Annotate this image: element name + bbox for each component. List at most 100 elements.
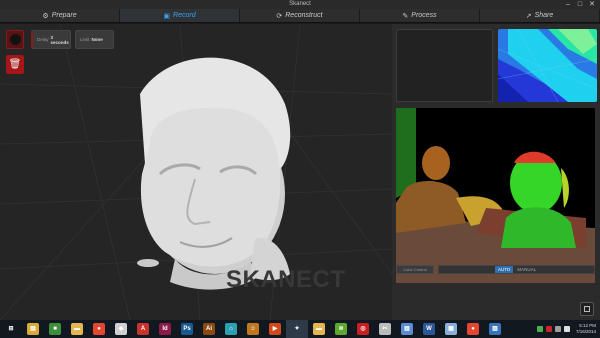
maximize-button[interactable]: □	[574, 0, 586, 9]
delete-button[interactable]: 🗑	[6, 55, 24, 74]
taskbar-button[interactable]: ▶	[264, 320, 286, 338]
volume-icon[interactable]	[563, 326, 570, 332]
taskbar-button[interactable]: Ai	[198, 320, 220, 338]
word-icon: W	[423, 323, 435, 335]
manual-option[interactable]: MANUAL	[517, 267, 536, 272]
record-button[interactable]	[6, 30, 24, 49]
taskbar-button[interactable]: ▨	[484, 320, 506, 338]
skanect-watermark-logo: SKANECT	[226, 266, 346, 293]
taskbar-button[interactable]: ●	[88, 320, 110, 338]
windows-taskbar: ⊞ ▤ ■ ▬ ● ◆ A Id Ps Ai ⌂ ☺ ▶ ✦ ▬ ≋ ◎ ✂ ▤ W ▦ ● ▨ 5:12 PM 7/16/…	[0, 320, 600, 338]
taskbar-apps: ⊞ ▤ ■ ▬ ● ◆ A Id Ps Ai ⌂ ☺ ▶ ✦ ▬ ≋ ◎ ✂ ▤ W ▦ ● ▨	[0, 320, 506, 338]
auto-option[interactable]: AUTO	[495, 265, 514, 273]
tab-label: Prepare	[51, 12, 77, 19]
chrome2-icon: ●	[467, 323, 479, 335]
taskbar-button[interactable]: ◆	[110, 320, 132, 338]
flag-icon[interactable]	[554, 326, 561, 332]
taskbar-button[interactable]: W	[418, 320, 440, 338]
minimize-button[interactable]: –	[562, 0, 574, 9]
close-button[interactable]: ✕	[586, 0, 598, 9]
app-icon: ◆	[115, 323, 127, 335]
taskbar-button[interactable]: ☺	[242, 320, 264, 338]
scanned-head-model	[137, 57, 291, 290]
system-tray: 5:12 PM 7/16/2014	[536, 320, 596, 338]
gear-icon: ⚙	[42, 12, 49, 20]
title-bar: Skanect – □ ✕	[0, 0, 600, 9]
network-icon[interactable]	[536, 326, 543, 332]
picture-icon: ▦	[445, 323, 457, 335]
limit-label: Limit	[80, 37, 90, 42]
share-icon: ↗	[525, 12, 532, 20]
brush-icon: ✎	[402, 12, 409, 20]
store-icon: ■	[49, 323, 61, 335]
fullscreen-icon	[584, 306, 590, 312]
taskbar-button[interactable]: Ps	[176, 320, 198, 338]
clock[interactable]: 5:12 PM 7/16/2014	[576, 323, 596, 335]
skanect-window: Skanect – □ ✕ ⚙ Prepare ▣ Record ⟳ Recon…	[0, 0, 600, 338]
clock-date: 7/16/2014	[575, 329, 596, 334]
taskbar-button[interactable]: ✦	[286, 320, 308, 338]
people-icon: ☺	[247, 323, 259, 335]
taskbar-button[interactable]: ▬	[308, 320, 330, 338]
start-icon: ⊞	[5, 323, 17, 335]
taskbar-button[interactable]: ●	[462, 320, 484, 338]
folder-icon: ▬	[71, 323, 83, 335]
spotify-icon: ≋	[335, 323, 347, 335]
depth-map-view	[498, 29, 597, 102]
record-icon	[9, 34, 21, 45]
tab-record[interactable]: ▣ Record	[120, 9, 240, 22]
taskbar-button[interactable]: Id	[154, 320, 176, 338]
delay-control[interactable]: Delay 3 seconds	[31, 30, 71, 49]
limit-value: None	[91, 37, 103, 42]
tab-process[interactable]: ✎ Process	[360, 9, 480, 22]
taskbar-button[interactable]: ▤	[22, 320, 44, 338]
folder2-icon: ▬	[313, 323, 325, 335]
illustrator-icon: Ai	[203, 323, 215, 335]
3d-viewport[interactable]: 🗑 Delay 3 seconds Limit None SKANECT	[0, 24, 392, 320]
gallery-icon: ▨	[489, 323, 501, 335]
tab-reconstruct[interactable]: ⟳ Reconstruct	[240, 9, 360, 22]
window-controls: – □ ✕	[562, 0, 598, 9]
taskbar-button[interactable]: ■	[44, 320, 66, 338]
taskbar-button[interactable]: ▬	[66, 320, 88, 338]
chrome-icon: ●	[93, 323, 105, 335]
sensor-panel: Color Control AUTO MANUAL	[392, 24, 600, 320]
color-control-button[interactable]: Color Control	[396, 264, 434, 274]
trash-icon: 🗑	[8, 59, 22, 70]
home-icon: ⌂	[225, 323, 237, 335]
color-options: Color Control AUTO MANUAL	[396, 264, 595, 274]
exposure-toggle: AUTO MANUAL	[438, 264, 595, 274]
security-icon[interactable]	[545, 326, 552, 332]
tab-label: Reconstruct	[285, 12, 323, 19]
main-tabs: ⚙ Prepare ▣ Record ⟳ Reconstruct ✎ Proce…	[0, 9, 600, 23]
tool-icon: ✂	[379, 323, 391, 335]
taskbar-button[interactable]: ⊞	[0, 320, 22, 338]
tab-label: Share	[534, 12, 554, 19]
limit-control[interactable]: Limit None	[75, 30, 114, 49]
window-title: Skanect	[289, 1, 311, 7]
tab-share[interactable]: ↗ Share	[480, 9, 600, 22]
model-preview	[396, 29, 493, 102]
video-icon: ▶	[269, 323, 281, 335]
taskbar-button[interactable]: ▤	[396, 320, 418, 338]
delay-label: Delay	[37, 37, 49, 42]
photoshop-icon: Ps	[181, 323, 193, 335]
fullscreen-button[interactable]	[580, 302, 594, 316]
tab-label: Process	[411, 12, 437, 19]
taskbar-button[interactable]: ≋	[330, 320, 352, 338]
explorer-icon: ▤	[27, 323, 39, 335]
indesign-icon: Id	[159, 323, 171, 335]
taskbar-button[interactable]: ⌂	[220, 320, 242, 338]
skanect-icon: ✦	[291, 323, 303, 335]
cc-icon: ◎	[357, 323, 369, 335]
files-icon: ▤	[401, 323, 413, 335]
taskbar-button[interactable]: ✂	[374, 320, 396, 338]
tab-prepare[interactable]: ⚙ Prepare	[0, 9, 120, 22]
camera-color-view	[396, 108, 595, 283]
taskbar-button[interactable]: ▦	[440, 320, 462, 338]
refresh-icon: ⟳	[276, 12, 283, 20]
taskbar-button[interactable]: ◎	[352, 320, 374, 338]
acrobat-icon: A	[137, 323, 149, 335]
delay-value: 3 seconds	[50, 34, 69, 45]
taskbar-button[interactable]: A	[132, 320, 154, 338]
